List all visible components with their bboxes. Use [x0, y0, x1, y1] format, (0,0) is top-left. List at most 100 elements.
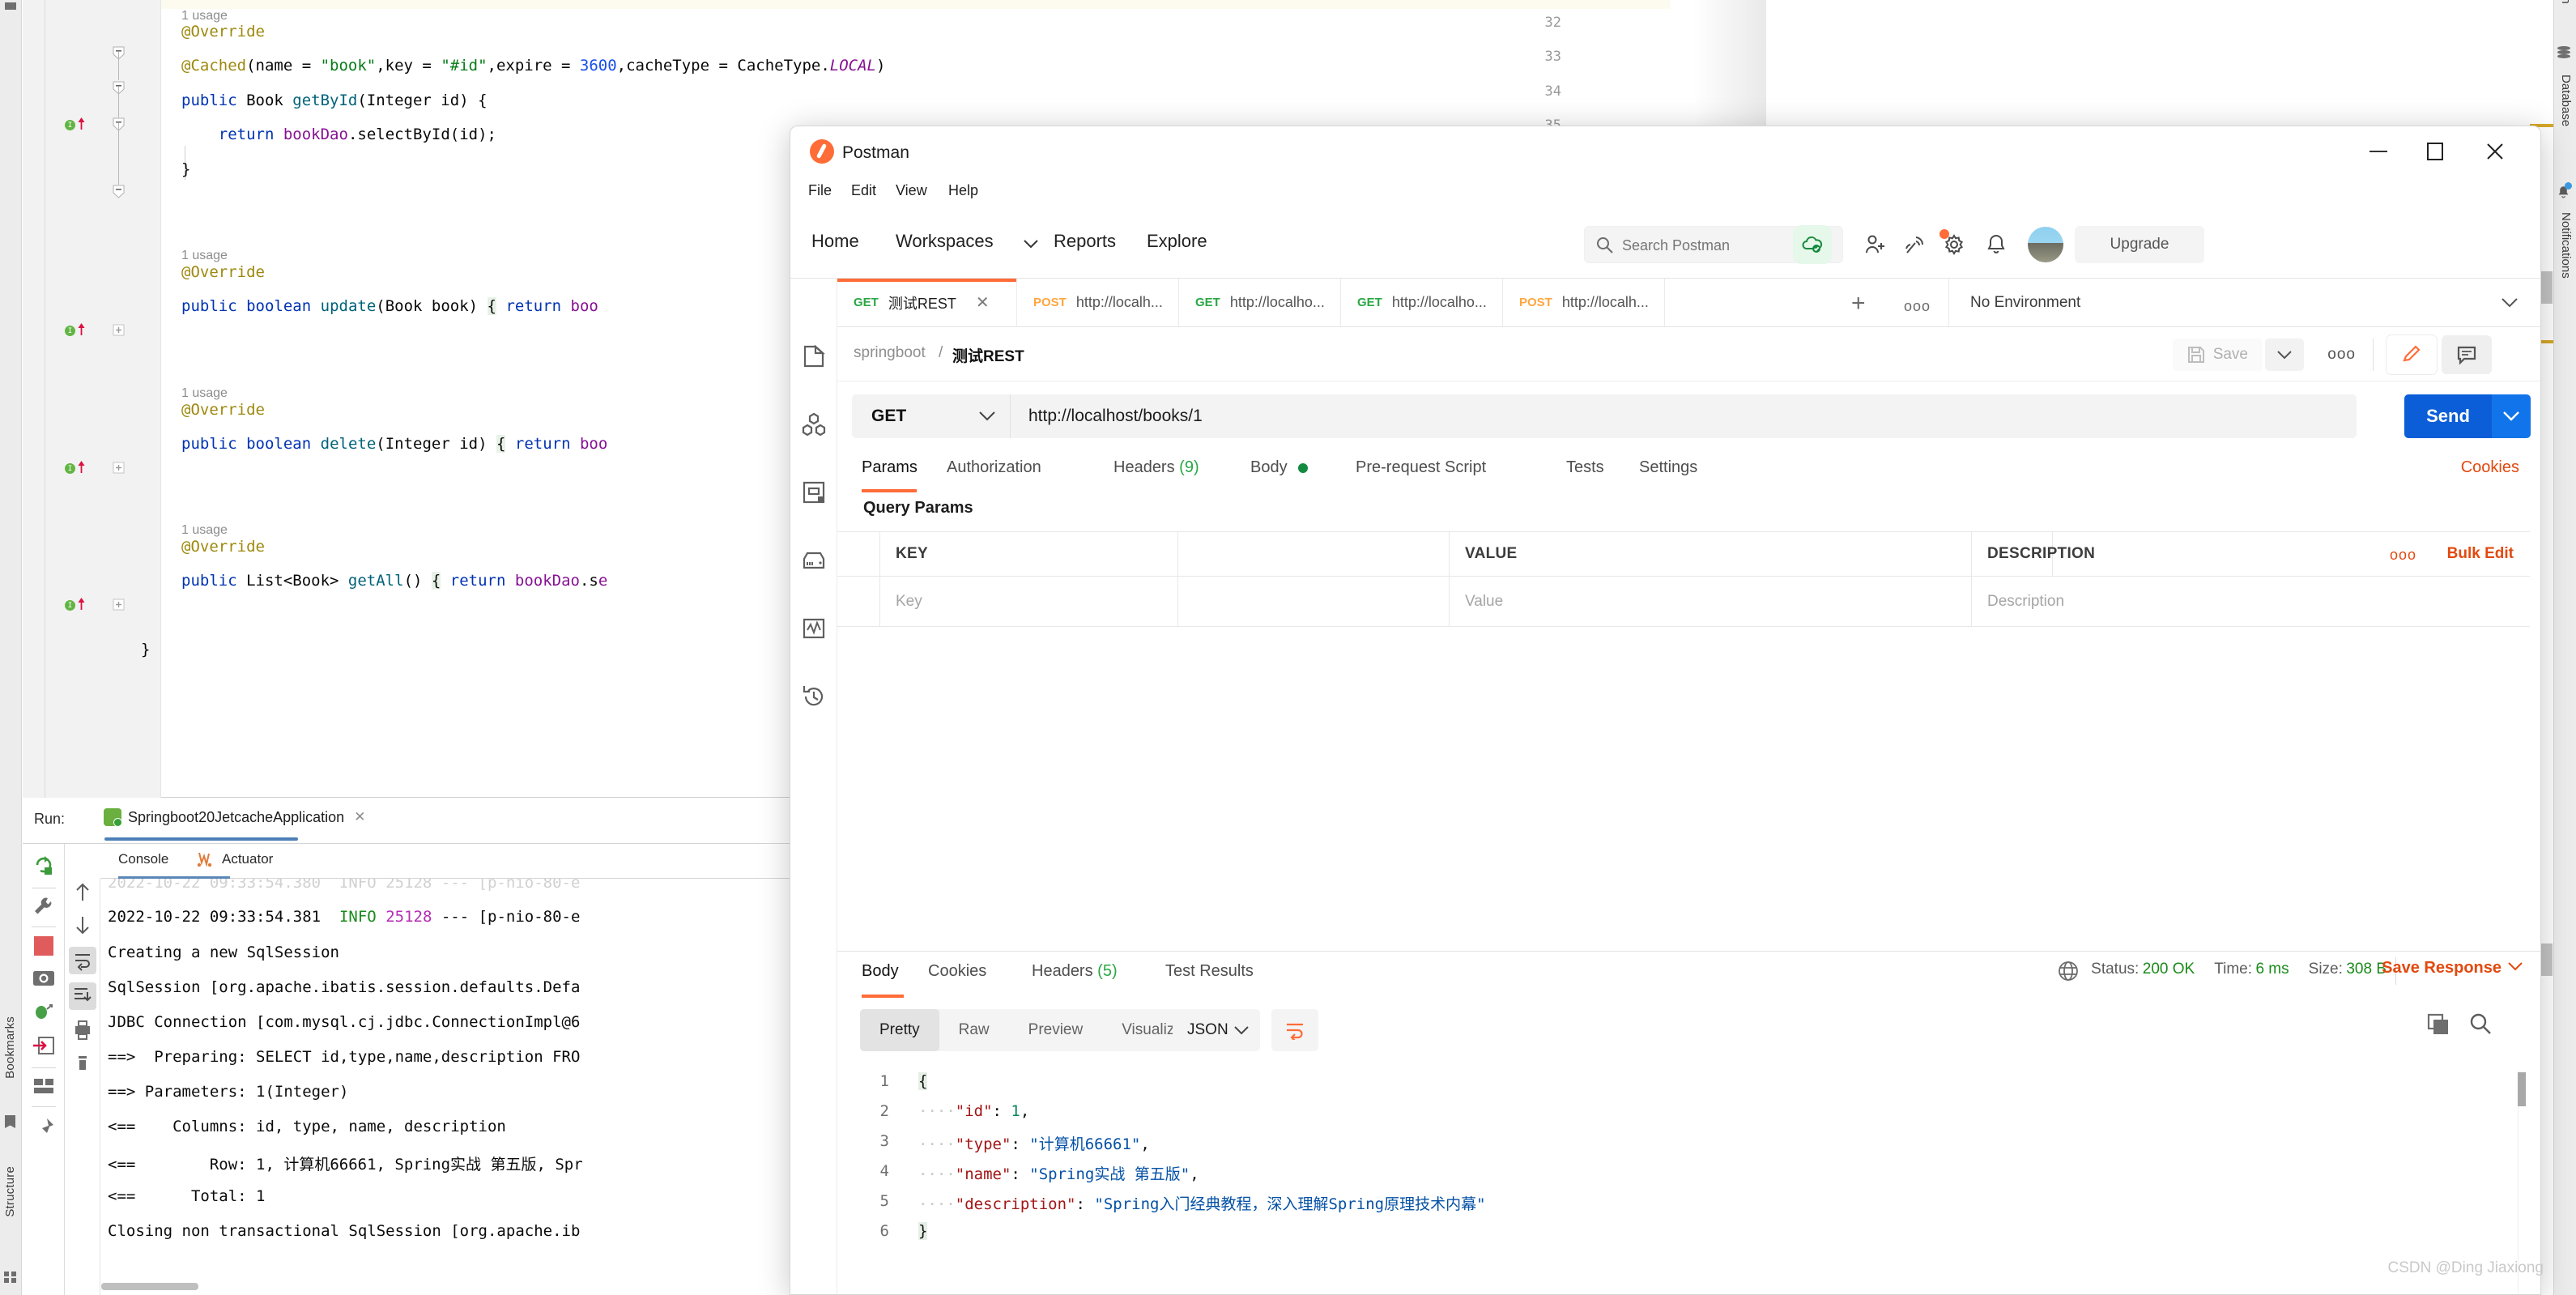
request-more-options[interactable]: ooo	[2327, 346, 2356, 364]
history-icon[interactable]	[801, 684, 827, 709]
console-scrollbar-thumb[interactable]	[2541, 944, 2553, 976]
upgrade-button[interactable]: Upgrade	[2075, 226, 2204, 263]
fold-expand-icon[interactable]	[112, 461, 126, 475]
cell-key[interactable]: Key	[896, 577, 922, 626]
tab-settings[interactable]: Settings	[1639, 458, 1697, 477]
copy-icon[interactable]	[2427, 1013, 2450, 1036]
comments-button[interactable]	[2442, 335, 2492, 374]
nav-workspaces[interactable]: Workspaces	[896, 231, 994, 252]
tab-tests[interactable]: Tests	[1566, 458, 1604, 477]
maximize-button[interactable]	[2417, 138, 2453, 165]
send-options-button[interactable]	[2492, 394, 2531, 438]
nav-reports[interactable]: Reports	[1054, 231, 1116, 252]
soft-wrap-toggle[interactable]	[69, 947, 96, 974]
save-options-button[interactable]	[2265, 339, 2304, 371]
arrow-down-icon[interactable]	[72, 914, 93, 935]
send-button[interactable]: Send	[2404, 394, 2492, 438]
export-icon[interactable]	[32, 1035, 56, 1056]
cloud-sync-icon[interactable]	[1795, 227, 1830, 262]
environment-selector[interactable]: No Environment	[1948, 279, 2540, 326]
menu-view[interactable]: View	[896, 182, 927, 199]
tab-authorization[interactable]: Authorization	[947, 458, 1041, 477]
debug-bug-icon[interactable]	[32, 1001, 56, 1022]
tab-body[interactable]: Body	[1250, 458, 1309, 477]
monitors-icon[interactable]	[801, 616, 827, 641]
menu-edit[interactable]: Edit	[851, 182, 876, 199]
satellite-icon[interactable]	[1897, 227, 1932, 262]
toolwindow-bookmarks[interactable]: Bookmarks	[3, 1016, 17, 1079]
toolwindow-notifications[interactable]: Notifications	[2559, 212, 2573, 279]
tab-more-options[interactable]: ooo	[1904, 298, 1931, 315]
table-row[interactable]: Key Value Description	[837, 577, 2530, 627]
close-icon[interactable]: ✕	[976, 292, 990, 313]
close-icon[interactable]: ✕	[354, 809, 365, 825]
collections-icon[interactable]	[801, 343, 827, 369]
gutter-run-marker[interactable]: I	[65, 463, 75, 474]
wrench-icon[interactable]	[32, 894, 56, 918]
format-pretty[interactable]: Pretty	[860, 1009, 939, 1051]
menu-file[interactable]: File	[808, 182, 832, 199]
http-method-selector[interactable]: GET	[852, 394, 1010, 438]
toolwindow-database[interactable]: Database	[2559, 75, 2573, 126]
usage-hint[interactable]: 1 usage	[181, 386, 228, 401]
response-tab-headers[interactable]: Headers (5)	[1032, 962, 1118, 981]
bulk-edit-button[interactable]: Bulk Edit	[2447, 545, 2514, 563]
tab-actuator[interactable]: Actuator	[222, 851, 273, 867]
request-tab-3[interactable]: GET http://localho...	[1341, 279, 1503, 326]
camera-icon[interactable]	[32, 967, 56, 988]
rerun-icon[interactable]	[32, 854, 56, 878]
wrap-lines-button[interactable]	[1271, 1009, 1318, 1051]
nav-explore[interactable]: Explore	[1147, 231, 1207, 252]
response-tab-test-results[interactable]: Test Results	[1165, 962, 1254, 981]
response-tab-cookies[interactable]: Cookies	[928, 962, 986, 981]
scroll-to-end-toggle[interactable]	[69, 982, 96, 1010]
request-tab-1[interactable]: POST http://localh...	[1017, 279, 1179, 326]
trash-icon[interactable]	[72, 1052, 93, 1073]
params-more-options[interactable]: ooo	[2390, 547, 2416, 564]
run-configuration-tab[interactable]: Springboot20JetcacheApplication ✕	[104, 808, 365, 827]
request-tab-4[interactable]: POST http://localh...	[1503, 279, 1665, 326]
usage-hint[interactable]: 1 usage	[181, 523, 228, 538]
apis-icon[interactable]	[801, 411, 827, 437]
nav-home[interactable]: Home	[811, 231, 859, 252]
chevron-down-icon[interactable]	[2508, 962, 2523, 971]
toolwindow-structure[interactable]: Structure	[3, 1166, 17, 1217]
request-tab-0[interactable]: GET 测试REST ✕	[837, 279, 1017, 326]
save-button[interactable]: Save	[2172, 339, 2263, 371]
mock-servers-icon[interactable]	[801, 547, 827, 573]
new-tab-button[interactable]: +	[1851, 290, 1866, 317]
search-response-icon[interactable]	[2469, 1012, 2492, 1035]
tab-pre-request-script[interactable]: Pre-request Script	[1356, 458, 1486, 477]
environments-icon[interactable]	[801, 479, 827, 505]
avatar[interactable]	[2028, 227, 2063, 262]
toolwindow-maven[interactable]: en	[2559, 0, 2573, 4]
gutter-run-marker[interactable]: I	[65, 326, 75, 336]
gutter-run-marker[interactable]: I	[65, 600, 75, 611]
notifications-icon[interactable]	[1978, 227, 2014, 262]
fold-expand-icon[interactable]	[112, 323, 126, 337]
format-preview[interactable]: Preview	[1009, 1009, 1103, 1051]
stop-icon[interactable]	[34, 936, 53, 956]
minimize-button[interactable]	[2361, 138, 2396, 165]
save-response-button[interactable]: Save Response	[2382, 959, 2501, 978]
format-raw[interactable]: Raw	[939, 1009, 1009, 1051]
layout-icon[interactable]	[32, 1077, 56, 1095]
pin-icon[interactable]	[32, 1116, 56, 1140]
console-horizontal-scrollbar[interactable]	[101, 1283, 198, 1290]
breadcrumb-workspace[interactable]: springboot	[854, 344, 926, 362]
gutter-run-marker[interactable]: I	[65, 120, 75, 130]
fold-expand-icon[interactable]	[112, 598, 126, 611]
edit-request-button[interactable]	[2387, 335, 2437, 374]
print-icon[interactable]	[72, 1020, 93, 1041]
cell-value[interactable]: Value	[1465, 577, 1503, 626]
tab-console[interactable]: Console	[118, 851, 168, 867]
arrow-up-icon[interactable]	[72, 882, 93, 903]
invite-user-icon[interactable]	[1858, 227, 1893, 262]
cookies-link[interactable]: Cookies	[2461, 458, 2519, 477]
response-body-json[interactable]: 1 { 2 ····"id": 1, 3 ····"type": "计算机666…	[837, 1066, 2540, 1294]
fold-collapse-icon[interactable]	[112, 185, 126, 198]
response-scrollbar-thumb[interactable]	[2518, 1072, 2526, 1106]
usage-hint[interactable]: 1 usage	[181, 9, 228, 23]
editor-scrollbar-thumb[interactable]	[2541, 271, 2553, 304]
usage-hint[interactable]: 1 usage	[181, 249, 228, 263]
